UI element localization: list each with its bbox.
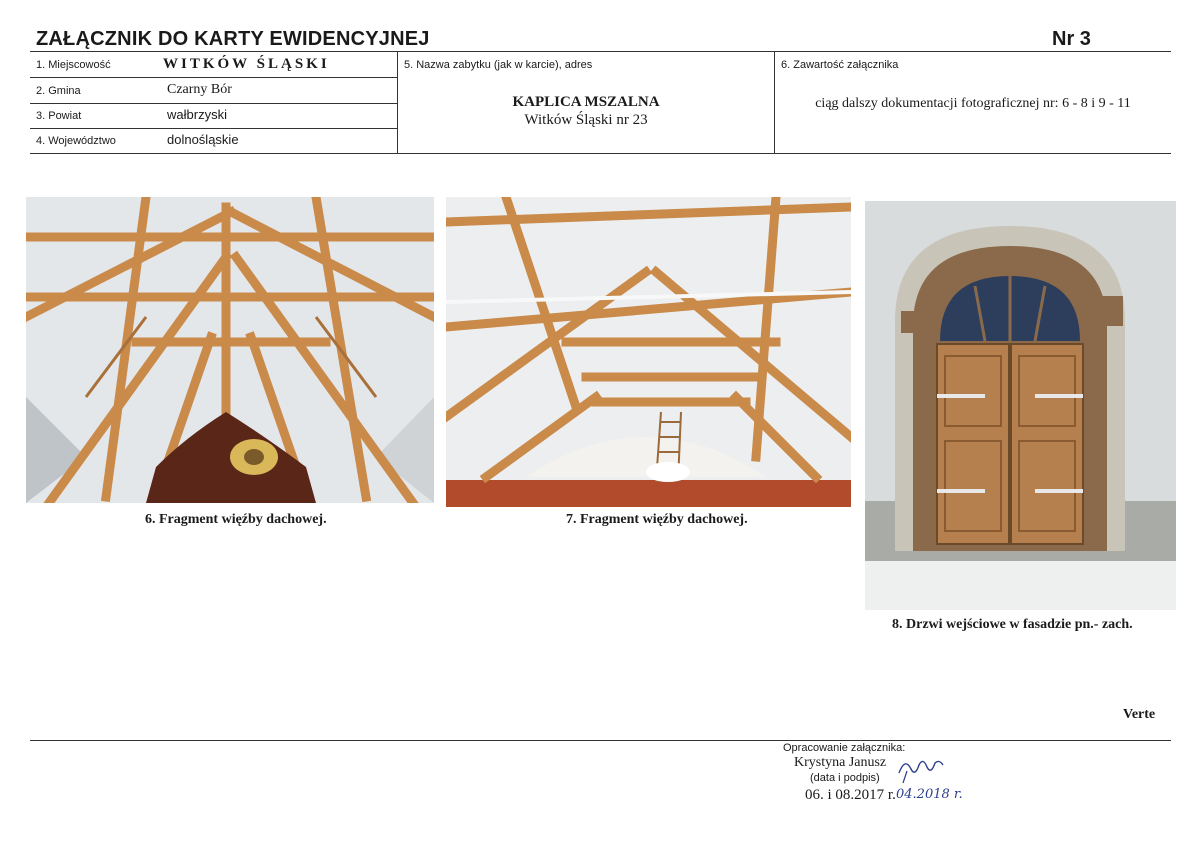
handwritten-signature (898, 760, 944, 784)
field-value: Czarny Bór (167, 82, 232, 97)
monument-label: 5. Nazwa zabytku (jak w karcie), adres (404, 59, 593, 71)
monument-name: KAPLICA MSZALNA (512, 94, 660, 110)
field-value: dolnośląskie (167, 132, 239, 147)
photo-entrance-door (865, 201, 1176, 610)
photo-caption-7: 7. Fragment więźby dachowej. (566, 512, 748, 527)
roof-truss-ladder-image (446, 197, 851, 507)
sign-label: (data i podpis) (810, 772, 880, 784)
field-value: WITKÓW ŚLĄSKI (163, 56, 330, 72)
attachment-number: Nr 3 (1052, 28, 1091, 50)
location-fields: 1. Miejscowość WITKÓW ŚLĄSKI 2. Gmina Cz… (30, 52, 398, 153)
contents-label: 6. Zawartość załącznika (781, 59, 899, 71)
field-label: 3. Powiat (36, 110, 82, 122)
field-row-powiat: 3. Powiat wałbrzyski (30, 103, 397, 129)
door-image (865, 201, 1176, 610)
field-label: 1. Miejscowość (36, 59, 111, 71)
monument-cell: 5. Nazwa zabytku (jak w karcie), adres K… (398, 52, 775, 153)
field-row-gmina: 2. Gmina Czarny Bór (30, 78, 397, 104)
prepared-date: 06. i 08.2017 r. (805, 787, 896, 803)
contents-cell: 6. Zawartość załącznika ciąg dalszy doku… (775, 52, 1171, 153)
author-name: Krystyna Janusz (794, 755, 887, 770)
roof-truss-image (26, 197, 434, 503)
verte-label: Verte (1123, 707, 1156, 722)
field-row-wojewodztwo: 4. Województwo dolnośląskie (30, 128, 397, 153)
field-value: wałbrzyski (167, 107, 227, 122)
photo-roof-truss-1 (26, 197, 434, 503)
prepared-label: Opracowanie załącznika: (783, 742, 906, 754)
footer-divider (30, 740, 1171, 741)
photo-caption-6: 6. Fragment więźby dachowej. (145, 512, 327, 527)
field-label: 4. Województwo (36, 135, 116, 147)
photo-caption-8: 8. Drzwi wejściowe w fasadzie pn.- zach. (892, 617, 1133, 632)
field-row-miejscowosc: 1. Miejscowość WITKÓW ŚLĄSKI (30, 52, 397, 78)
photo-roof-truss-2 (446, 197, 851, 507)
contents-text: ciąg dalszy dokumentacji fotograficznej … (815, 96, 1131, 111)
handwritten-date: 04.2018 r. (896, 787, 963, 802)
field-label: 2. Gmina (36, 85, 81, 97)
header-table: 1. Miejscowość WITKÓW ŚLĄSKI 2. Gmina Cz… (30, 51, 1171, 154)
monument-address: Witków Śląski nr 23 (524, 112, 648, 128)
document-title: ZAŁĄCZNIK DO KARTY EWIDENCYJNEJ (36, 28, 430, 50)
